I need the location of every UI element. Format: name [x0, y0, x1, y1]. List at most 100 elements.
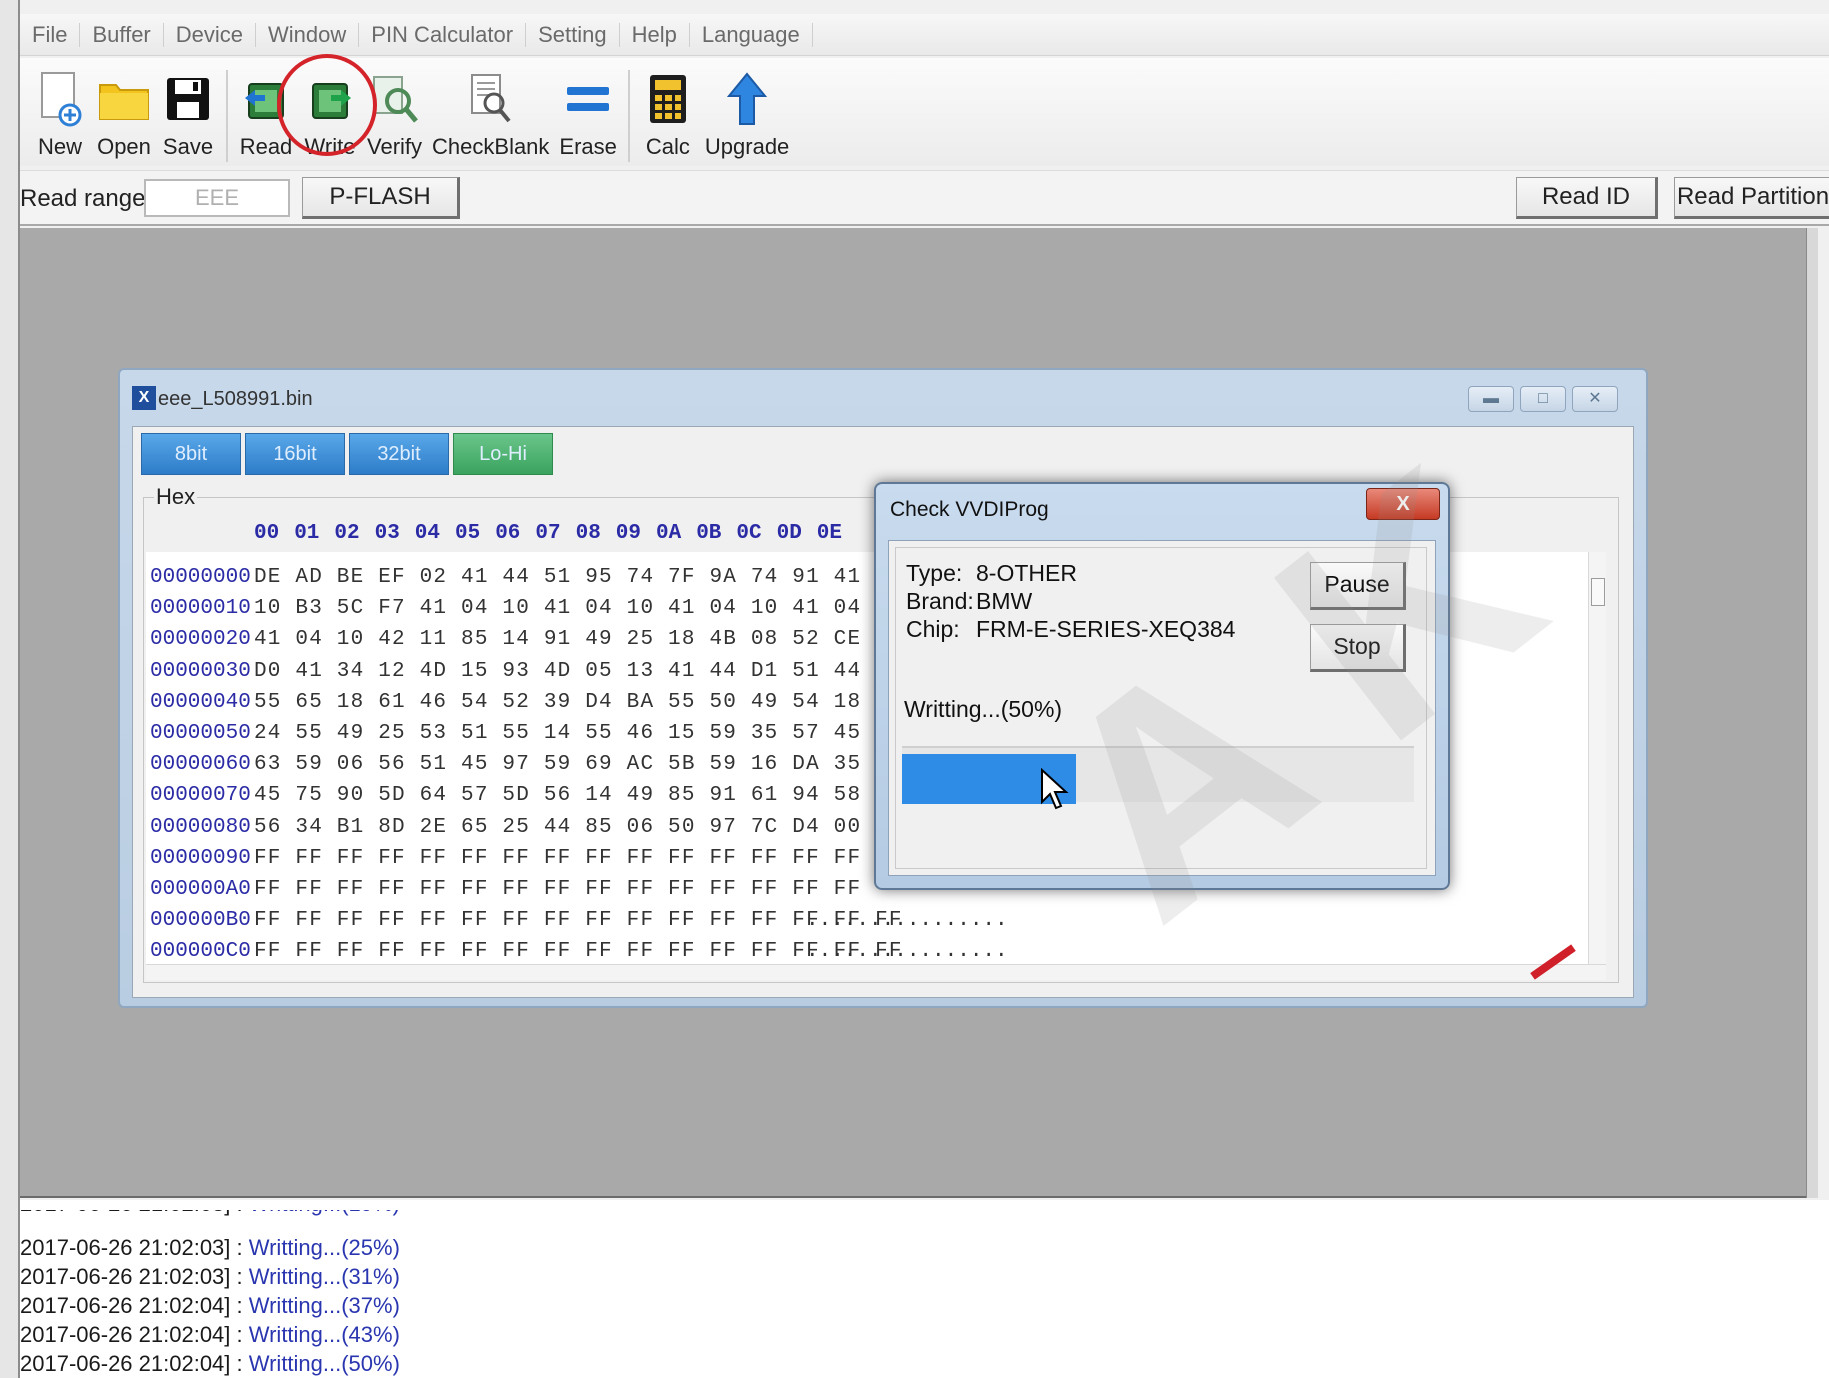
- maximize-icon[interactable]: □: [1520, 386, 1566, 412]
- hex-row[interactable]: 000000B0 FF FF FF FF FF FF FF FF FF FF FF…: [146, 909, 1606, 935]
- check-vvdiprog-dialog: Check VVDIProg X Type: 8-OTHER Brand: BM…: [874, 482, 1450, 890]
- p-flash-button[interactable]: P-FLASH: [302, 177, 460, 219]
- read-range-field[interactable]: EEE: [144, 179, 290, 217]
- open-button[interactable]: Open: [92, 66, 156, 166]
- hex-bytes: 63 59 06 56 51 45 97 59 69 AC 5B 59 16 D…: [254, 753, 862, 777]
- menu-window[interactable]: Window: [256, 22, 360, 47]
- hex-column-08: 08: [575, 522, 601, 545]
- document-search-icon: [464, 70, 518, 128]
- menu-help[interactable]: Help: [620, 22, 690, 47]
- read-id-button[interactable]: Read ID: [1516, 177, 1658, 219]
- erase-button[interactable]: Erase: [554, 66, 621, 166]
- hex-column-06: 06: [495, 522, 521, 545]
- hex-bytes: FF FF FF FF FF FF FF FF FF FF FF FF FF F…: [254, 846, 862, 870]
- hex-bytes: D0 41 34 12 4D 15 93 4D 05 13 41 44 D1 5…: [254, 659, 862, 683]
- hex-column-0D: 0D: [776, 522, 802, 545]
- hex-address: 00000040: [150, 690, 251, 714]
- hex-address: 00000050: [150, 722, 251, 745]
- log-timestamp: 2017-06-26 21:02:03] :: [20, 1235, 249, 1260]
- log-panel: 2017-06-26 21:02:03] : Writting...(19%) 2…: [20, 1200, 1829, 1378]
- menu-device[interactable]: Device: [164, 22, 257, 47]
- hex-bytes: DE AD BE EF 02 41 44 51 95 74 7F 9A 74 9…: [254, 566, 862, 589]
- log-timestamp: 2017-06-26 21:02:03] :: [20, 1200, 249, 1216]
- mode-32bit-button[interactable]: 32bit: [349, 433, 449, 475]
- hex-horizontal-scrollbar[interactable]: [146, 964, 1606, 980]
- scrollbar-thumb[interactable]: [1591, 578, 1605, 606]
- dialog-title: Check VVDIProg: [890, 498, 1049, 521]
- log-line: 2017-06-26 21:02:04] : Writting...(50%): [20, 1351, 400, 1377]
- menu-setting[interactable]: Setting: [526, 22, 620, 47]
- menu-buffer[interactable]: Buffer: [80, 22, 164, 47]
- new-button[interactable]: New: [28, 66, 92, 166]
- hex-bytes: 55 65 18 61 46 54 52 39 D4 BA 55 50 49 5…: [254, 690, 862, 714]
- log-line: 2017-06-26 21:02:03] : Writting...(19%): [20, 1200, 400, 1222]
- up-arrow-icon: [720, 70, 774, 128]
- hex-ascii: ................: [806, 940, 1008, 964]
- hex-address: 00000010: [150, 597, 251, 621]
- floppy-disk-icon: [161, 70, 215, 128]
- calculator-icon: [641, 70, 695, 128]
- log-timestamp: 2017-06-26 21:02:04] :: [20, 1322, 249, 1347]
- hex-address: 000000B0: [150, 909, 251, 933]
- log-line: 2017-06-26 21:02:04] : Writting...(37%): [20, 1293, 400, 1319]
- hex-column-07: 07: [535, 522, 561, 545]
- hex-address: 00000030: [150, 659, 251, 683]
- hex-bytes: 56 34 B1 8D 2E 65 25 44 85 06 50 97 7C D…: [254, 815, 862, 839]
- hex-vertical-scrollbar[interactable]: [1588, 552, 1606, 972]
- hex-ascii: ................: [806, 909, 1008, 933]
- menu-pin-calculator[interactable]: PIN Calculator: [359, 22, 527, 47]
- upgrade-button[interactable]: Upgrade: [700, 66, 794, 166]
- menu-bar: File Buffer Device Window PIN Calculator…: [20, 14, 1829, 56]
- app-window: File Buffer Device Window PIN Calculator…: [0, 0, 1829, 1378]
- menu-language[interactable]: Language: [690, 22, 813, 47]
- calc-button[interactable]: Calc: [636, 66, 700, 166]
- dialog-close-button[interactable]: X: [1366, 488, 1440, 520]
- workspace-scrollbar[interactable]: [1806, 228, 1818, 1198]
- hex-column-01: 01: [294, 522, 320, 545]
- chip-value: FRM-E-SERIES-XEQ384: [976, 616, 1236, 642]
- type-label: Type:: [906, 560, 963, 586]
- stop-button[interactable]: Stop: [1310, 624, 1406, 672]
- log-timestamp: 2017-06-26 21:02:04] :: [20, 1351, 249, 1376]
- hex-column-0E: 0E: [816, 522, 843, 545]
- hex-row[interactable]: 000000C0 FF FF FF FF FF FF FF FF FF FF FF…: [146, 940, 1606, 966]
- hex-column-0A: 0A: [656, 522, 682, 545]
- menu-file[interactable]: File: [20, 22, 81, 47]
- log-line: 2017-06-26 21:02:03] : Writting...(31%): [20, 1264, 400, 1290]
- hex-column-05: 05: [455, 522, 481, 545]
- log-message: Writting...(31%): [248, 1264, 400, 1289]
- hex-column-0C: 0C: [736, 522, 762, 545]
- hex-address: 00000070: [150, 784, 251, 808]
- window-left-border: [0, 0, 20, 1378]
- read-range-label: Read range: [20, 185, 146, 212]
- mode-8bit-button[interactable]: 8bit: [141, 433, 241, 475]
- hex-address: 00000020: [150, 628, 251, 652]
- hex-address: 00000080: [150, 815, 251, 839]
- log-message: Writting...(43%): [248, 1322, 400, 1347]
- save-button[interactable]: Save: [156, 66, 220, 166]
- close-icon[interactable]: ✕: [1572, 386, 1618, 412]
- mode-16bit-button[interactable]: 16bit: [245, 433, 345, 475]
- new-file-icon: [33, 70, 87, 128]
- type-value: 8-OTHER: [976, 560, 1077, 586]
- calc-label: Calc: [645, 134, 690, 159]
- hex-group-label: Hex: [154, 484, 198, 510]
- dialog-body: Type: 8-OTHER Brand: BMW Chip: FRM-E-SER…: [888, 540, 1436, 876]
- hex-address: 00000000: [150, 566, 251, 589]
- pause-button[interactable]: Pause: [1310, 562, 1406, 610]
- save-label: Save: [162, 134, 214, 159]
- mode-lo-hi-button[interactable]: Lo-Hi: [453, 433, 553, 475]
- hex-address: 000000A0: [150, 878, 251, 901]
- write-progress-bar: [902, 746, 1414, 804]
- minimize-icon[interactable]: ▬: [1468, 386, 1514, 412]
- log-timestamp: 2017-06-26 21:02:03] :: [20, 1264, 249, 1289]
- read-partition-button[interactable]: Read Partition: [1674, 177, 1829, 219]
- hex-bytes: FF FF FF FF FF FF FF FF FF FF FF FF FF F…: [254, 878, 862, 901]
- hex-bytes: 41 04 10 42 11 85 14 91 49 25 18 4B 08 5…: [254, 628, 862, 652]
- log-timestamp: 2017-06-26 21:02:04] :: [20, 1293, 249, 1318]
- hex-bytes: 10 B3 5C F7 41 04 10 41 04 10 41 04 10 4…: [254, 597, 862, 621]
- writing-status-text: Writting...(50%): [904, 696, 1063, 722]
- chip-label: Chip:: [906, 616, 960, 642]
- checkblank-button[interactable]: CheckBlank: [427, 66, 554, 166]
- hex-column-09: 09: [615, 522, 642, 545]
